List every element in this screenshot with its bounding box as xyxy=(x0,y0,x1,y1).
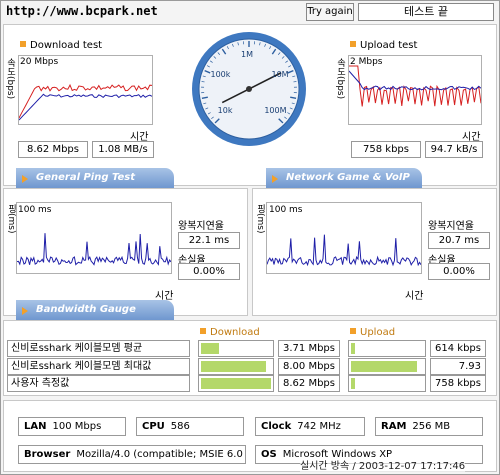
bullet-icon xyxy=(200,328,206,334)
os-label: OS xyxy=(261,449,277,460)
gauge-tick-label: 100k xyxy=(210,70,231,80)
bw-download-fill xyxy=(201,361,267,372)
cpu-info: CPU 586 xyxy=(136,417,244,436)
ping-section-header: General Ping Test xyxy=(16,168,174,188)
bw-upload-value: 614 kbps xyxy=(430,340,486,357)
bullet-icon xyxy=(20,41,26,47)
bw-download-bar xyxy=(198,358,274,375)
game-xlabel: 시간 xyxy=(405,291,424,302)
lan-label: LAN xyxy=(24,421,47,432)
upload-ylabel: 속도(bps) xyxy=(335,58,345,100)
ping-loss-value: 0.00% xyxy=(178,263,240,280)
bw-download-bar xyxy=(198,340,274,357)
game-section-header: Network Game & VoIP Test xyxy=(266,168,422,203)
ram-info: RAM 256 MB xyxy=(375,417,483,436)
download-trace-blue xyxy=(18,93,153,121)
upload-speed: 758 kbps xyxy=(351,141,421,158)
cpu-label: CPU xyxy=(142,421,165,432)
upload-title-text: Upload test xyxy=(360,40,418,51)
ping-latency-label: 왕복지연율 xyxy=(178,221,224,232)
status-label: 테스트 끝 xyxy=(358,3,494,21)
ram-label: RAM xyxy=(381,421,407,432)
upload-trace-blue xyxy=(348,70,482,91)
bw-download-header: Download xyxy=(200,327,260,338)
download-ylabel: 속도(bps) xyxy=(5,58,15,100)
browser-info: Browser Mozilla/4.0 (compatible; MSIE 6.0 xyxy=(18,445,246,464)
download-trace-red xyxy=(18,83,153,119)
bw-upload-header: Upload xyxy=(350,327,395,338)
bw-download-label: Download xyxy=(210,327,260,338)
bw-upload-fill xyxy=(351,343,355,354)
upload-scale: 2 Mbps xyxy=(350,57,383,67)
try-again-button[interactable]: Try again xyxy=(306,3,354,21)
browser-value: Mozilla/4.0 (compatible; MSIE 6.0 xyxy=(76,449,243,460)
bw-download-fill xyxy=(201,343,220,354)
download-title-text: Download test xyxy=(30,40,103,51)
bw-upload-fill xyxy=(351,378,356,389)
bullet-icon xyxy=(350,328,356,334)
bw-row-label: 신비로sshark 케이블모뎀 평균 xyxy=(7,340,190,357)
upload-trace-red xyxy=(349,65,482,107)
gauge-tick-label: 10k xyxy=(217,106,233,116)
ping-scale: 100 ms xyxy=(18,205,52,215)
browser-label: Browser xyxy=(24,449,71,460)
game-trace xyxy=(266,234,422,267)
bw-upload-bar xyxy=(348,340,426,357)
bw-download-value: 8.62 Mbps xyxy=(278,375,340,392)
bullet-icon xyxy=(350,41,356,47)
bw-upload-label: Upload xyxy=(360,327,396,338)
bw-download-fill xyxy=(201,378,271,389)
bw-upload-value: 7.93 Mbps xyxy=(430,358,486,387)
gauge-tick-label: 1M xyxy=(241,50,253,59)
download-title: Download test xyxy=(20,40,102,51)
ram-value: 256 MB xyxy=(412,421,451,432)
download-speed: 8.62 Mbps xyxy=(18,141,88,158)
lan-value: 100 Mbps xyxy=(52,421,102,432)
gauge-tick-label: 10M xyxy=(271,70,289,80)
download-throughput: 1.08 MB/s xyxy=(92,141,154,158)
bw-upload-bar xyxy=(348,375,426,392)
bw-row-label: 신비로sshark 케이블모뎀 최대값 xyxy=(7,358,190,375)
gauge-labels: 10k 100k 1M 10M 100M xyxy=(190,30,308,148)
clock-value: 742 MHz xyxy=(297,421,341,432)
timestamp: 실시간 방속 / 2003-12-07 17:17:46 xyxy=(300,457,466,472)
ping-trace xyxy=(16,233,172,266)
cpu-value: 586 xyxy=(170,421,190,432)
bw-download-bar xyxy=(198,375,274,392)
download-scale: 20 Mbps xyxy=(20,57,59,67)
bw-upload-value: 758 kbps xyxy=(430,375,486,392)
bw-download-value: 8.00 Mbps xyxy=(278,358,340,375)
game-scale: 100 ms xyxy=(269,205,303,215)
upload-title: Upload test xyxy=(350,40,417,51)
site-url[interactable]: http://www.bcpark.net xyxy=(6,4,158,18)
bw-row-label: 사용자 측정값 xyxy=(7,375,190,392)
bw-upload-fill xyxy=(351,361,418,372)
game-latency-value: 20.7 ms xyxy=(428,232,490,249)
game-latency-label: 왕복지연율 xyxy=(428,221,474,232)
bw-download-value: 3.71 Mbps xyxy=(278,340,340,357)
ping-latency-value: 22.1 ms xyxy=(178,232,240,249)
gauge-tick-label: 100M xyxy=(264,106,287,116)
bandwidth-section-header: Bandwidth Gauge xyxy=(16,300,174,320)
clock-label: Clock xyxy=(261,421,292,432)
game-loss-value: 0.00% xyxy=(428,263,490,280)
bw-upload-bar xyxy=(348,358,426,375)
clock-info: Clock 742 MHz xyxy=(255,417,365,436)
upload-throughput: 94.7 kB/s xyxy=(425,141,483,158)
lan-info: LAN 100 Mbps xyxy=(18,417,126,436)
